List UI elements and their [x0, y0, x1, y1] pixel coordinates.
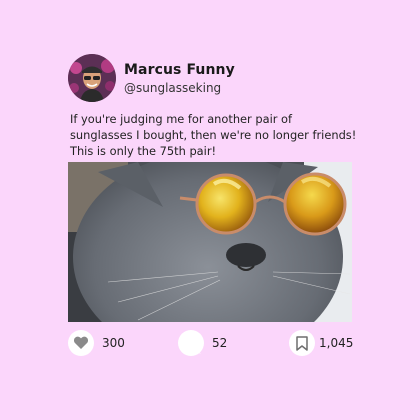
author-handle[interactable]: @sunglasseking [124, 81, 221, 95]
bookmark-count: 1,045 [319, 336, 354, 350]
action-bar: 300 52 1,045 [0, 330, 420, 364]
post-text: If you're judging me for another pair of… [70, 112, 357, 158]
avatar[interactable] [68, 54, 116, 102]
author-name[interactable]: Marcus Funny [124, 62, 235, 78]
speech-bubble-icon [182, 333, 201, 354]
avatar-image [68, 54, 116, 102]
bookmark-button[interactable] [289, 330, 315, 356]
heart-icon [73, 336, 89, 349]
cat-sunglasses-image [68, 162, 352, 322]
like-count: 300 [102, 336, 125, 350]
like-button[interactable] [68, 330, 94, 356]
comment-count: 52 [212, 336, 228, 350]
comment-button[interactable] [178, 330, 204, 356]
bookmark-icon [296, 335, 308, 351]
post-photo[interactable] [68, 162, 352, 322]
